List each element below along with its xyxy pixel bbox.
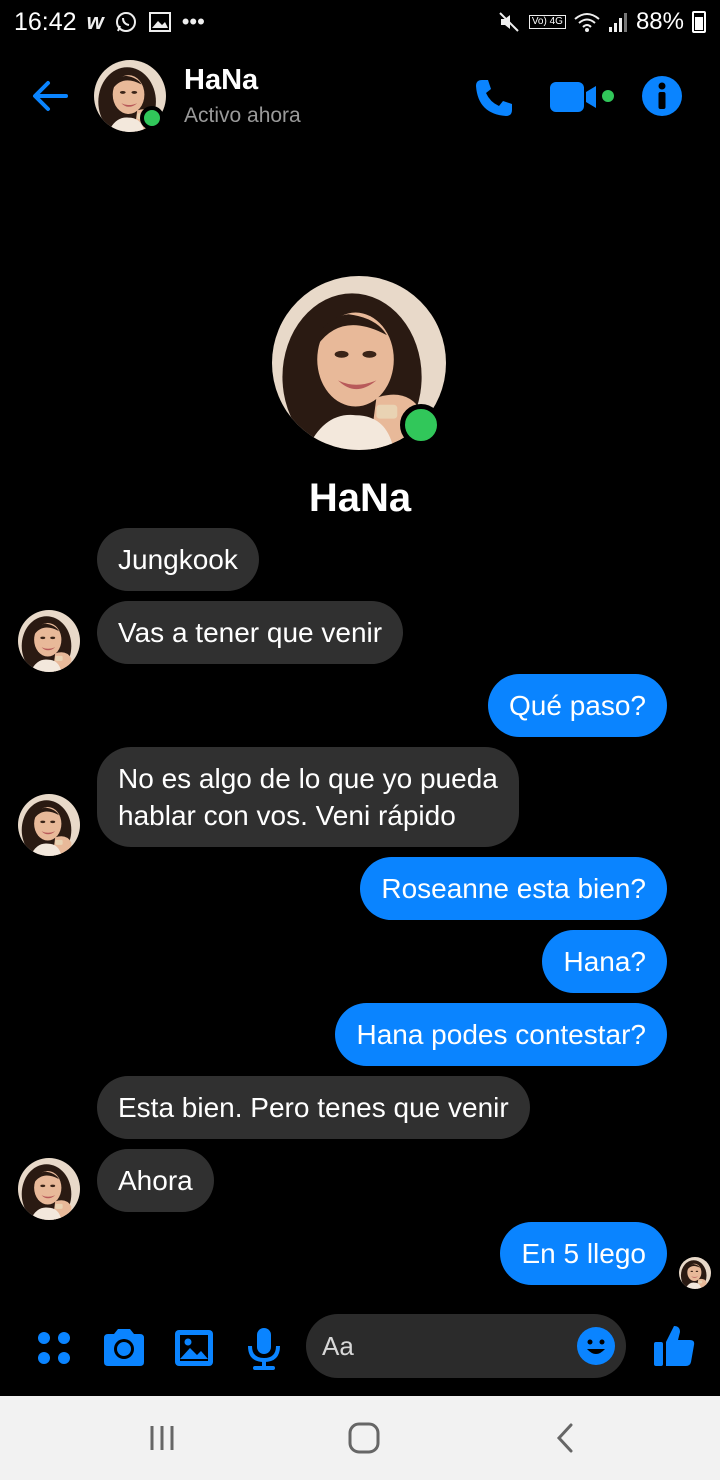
battery-icon (692, 11, 706, 33)
gallery-icon (148, 12, 171, 32)
back-nav-icon[interactable] (546, 1418, 586, 1458)
apps-grid-icon[interactable] (30, 1324, 78, 1372)
volte-4g-icon: Vo) 4G (528, 15, 566, 29)
message-bubble-incoming[interactable]: No es algo de lo que yo pueda hablar con… (97, 747, 519, 847)
conversation-header: HaNa Activo ahora (0, 52, 720, 142)
sender-avatar[interactable] (18, 610, 80, 672)
message-input[interactable] (322, 1314, 572, 1378)
message-bubble-incoming[interactable]: Vas a tener que venir (97, 601, 404, 664)
sender-avatar[interactable] (18, 794, 80, 856)
message-composer (0, 1310, 720, 1386)
microphone-icon[interactable] (240, 1324, 288, 1372)
camera-icon[interactable] (100, 1324, 148, 1372)
recent-apps-icon[interactable] (142, 1418, 182, 1458)
wifi-icon (574, 13, 600, 32)
profile-online-indicator (400, 404, 442, 446)
message-bubble-incoming[interactable]: Jungkook (97, 528, 259, 591)
contact-name[interactable]: HaNa (184, 64, 258, 97)
sender-avatar[interactable] (18, 1158, 80, 1220)
system-navigation-bar (0, 1396, 720, 1480)
message-bubble-outgoing[interactable]: Hana? (542, 930, 667, 993)
emoji-icon[interactable] (576, 1326, 616, 1366)
seen-receipt-avatar (679, 1257, 711, 1289)
phone-icon[interactable] (472, 76, 516, 120)
contact-status: Activo ahora (184, 104, 301, 127)
image-icon[interactable] (170, 1324, 218, 1372)
message-line: No es algo de lo que yo pueda (118, 763, 498, 794)
video-camera-icon[interactable] (548, 78, 618, 118)
status-bar: 16:42 w ••• Vo) 4G 88% (0, 0, 720, 44)
info-icon[interactable] (640, 74, 684, 118)
profile-name: HaNa (308, 476, 412, 520)
message-bubble-outgoing[interactable]: En 5 llego (500, 1222, 667, 1285)
back-arrow-icon[interactable] (28, 74, 72, 118)
message-line: hablar con vos. Veni rápido (118, 800, 456, 831)
online-indicator (140, 106, 164, 130)
message-bubble-incoming[interactable]: Esta bien. Pero tenes que venir (97, 1076, 530, 1139)
whatsapp-icon (115, 12, 136, 32)
home-icon[interactable] (344, 1418, 384, 1458)
message-bubble-outgoing[interactable]: Hana podes contestar? (335, 1003, 667, 1066)
message-input-container[interactable] (306, 1314, 626, 1378)
w-app-icon: w (86, 9, 104, 34)
battery-percent: 88% (635, 8, 684, 35)
message-bubble-outgoing[interactable]: Roseanne esta bien? (360, 857, 667, 920)
message-bubble-incoming[interactable]: Ahora (97, 1149, 214, 1212)
mute-icon (499, 12, 519, 32)
more-dots-icon: ••• (181, 9, 205, 34)
thumbs-up-icon[interactable] (650, 1322, 698, 1370)
signal-icon (608, 13, 627, 32)
status-time: 16:42 (14, 7, 77, 36)
message-bubble-outgoing[interactable]: Qué paso? (488, 674, 667, 737)
